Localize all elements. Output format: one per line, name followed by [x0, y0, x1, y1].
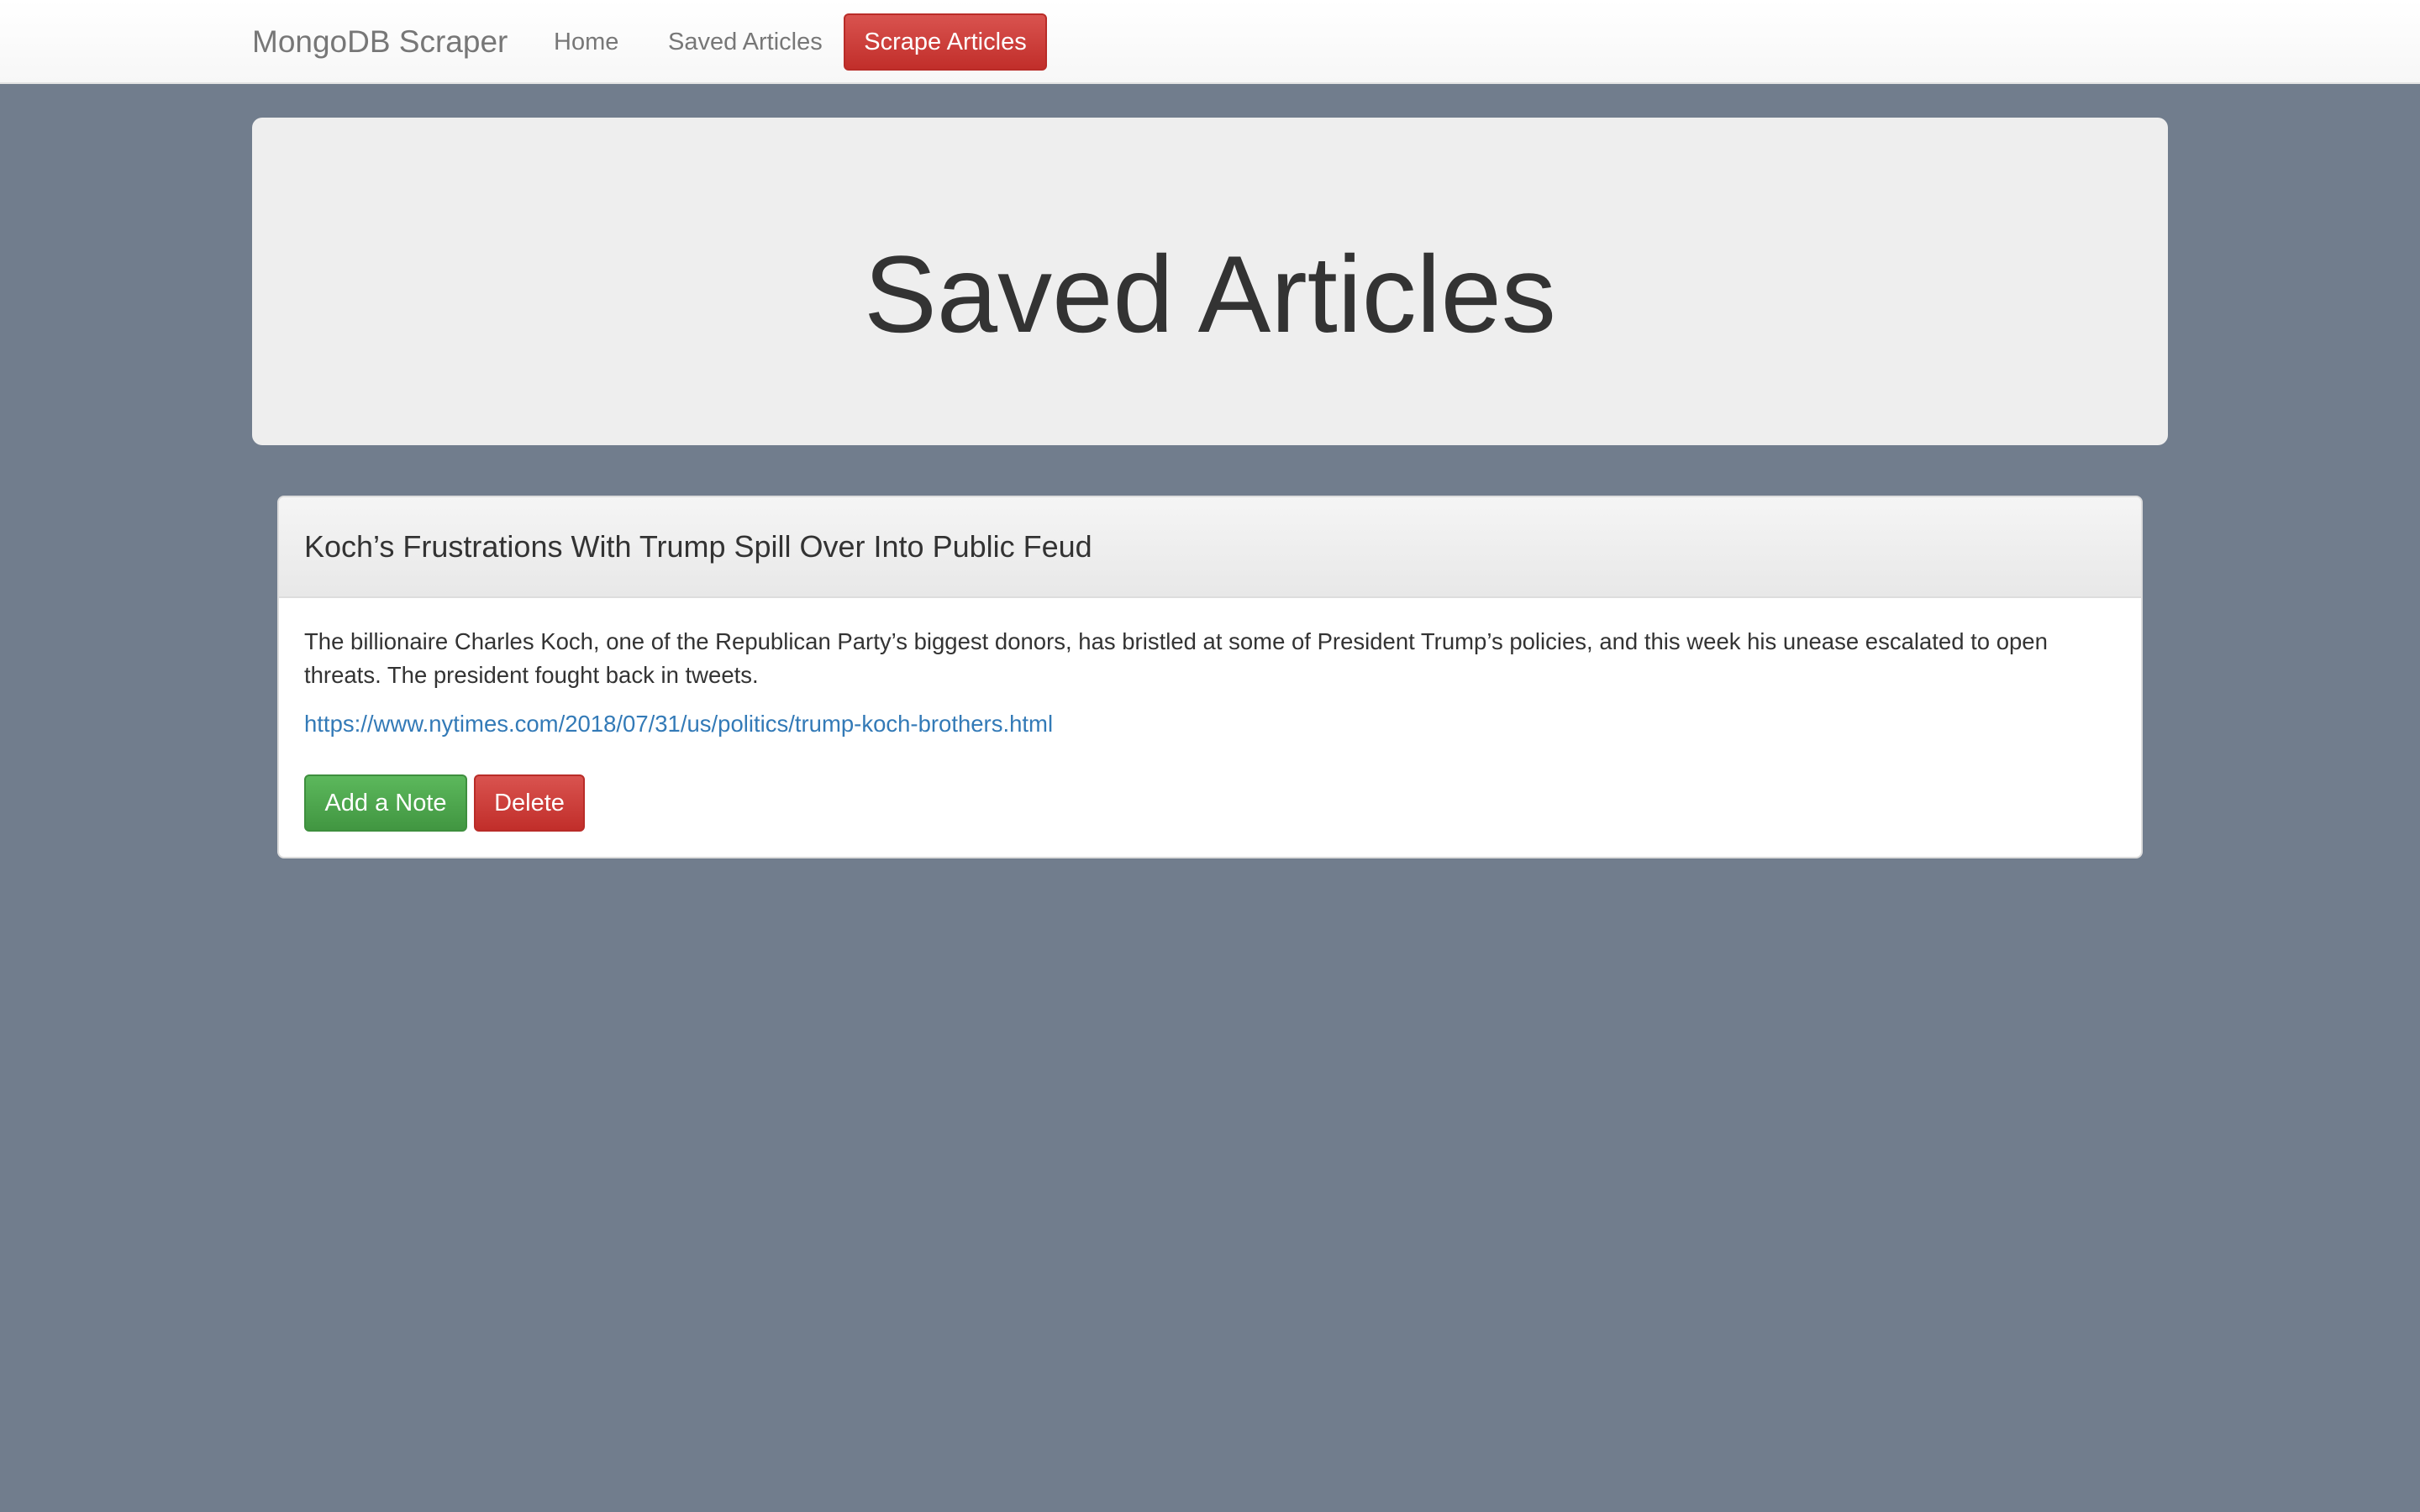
navbar: MongoDB Scraper Home Saved Articles Scra… [0, 0, 2420, 84]
scrape-articles-button[interactable]: Scrape Articles [844, 13, 1047, 71]
jumbotron: Saved Articles [252, 118, 2168, 445]
article-card: Koch’s Frustrations With Trump Spill Ove… [277, 496, 2143, 858]
article-link[interactable]: https://www.nytimes.com/2018/07/31/us/po… [304, 707, 1053, 741]
delete-button[interactable]: Delete [474, 774, 585, 832]
article-card-header: Koch’s Frustrations With Trump Spill Ove… [279, 497, 2141, 598]
nav-home-link[interactable]: Home [554, 0, 618, 84]
article-summary: The billionaire Charles Koch, one of the… [304, 628, 2048, 688]
brand-link[interactable]: MongoDB Scraper [252, 0, 508, 84]
page-title: Saved Articles [864, 233, 1556, 355]
article-title: Koch’s Frustrations With Trump Spill Ove… [304, 529, 1092, 564]
nav-saved-articles-link[interactable]: Saved Articles [668, 0, 823, 84]
add-note-button[interactable]: Add a Note [304, 774, 467, 832]
